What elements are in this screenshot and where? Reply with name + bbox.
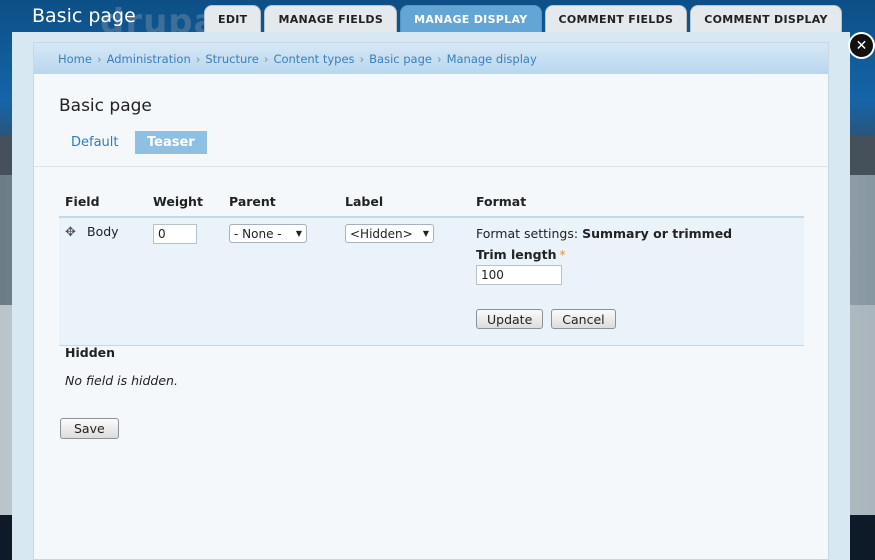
cancel-button[interactable]: Cancel [551, 309, 616, 329]
chevron-down-icon: ▼ [422, 229, 429, 238]
trim-length-label: Trim length [476, 247, 557, 262]
label-select[interactable]: <Hidden> ▼ [345, 224, 434, 243]
tab-comment-display[interactable]: COMMENT DISPLAY [690, 5, 842, 33]
label-select-value: <Hidden> [350, 226, 413, 241]
breadcrumb-separator: › [359, 51, 365, 66]
hidden-section-empty-text: No field is hidden. [65, 373, 178, 388]
weight-cell [147, 217, 223, 346]
save-button[interactable]: Save [60, 418, 119, 439]
overlay-title: Basic page [32, 5, 136, 27]
tab-edit[interactable]: EDIT [204, 5, 262, 33]
parent-select-value: - None - [234, 226, 282, 241]
parent-cell: - None - ▼ [223, 217, 339, 346]
table-header-row: Field Weight Parent Label Format [59, 187, 804, 218]
trim-length-input[interactable] [476, 265, 562, 285]
page-title: Basic page [59, 96, 152, 116]
breadcrumb-separator: › [96, 51, 102, 66]
trim-length-label-row: Trim length * [476, 247, 798, 262]
update-button[interactable]: Update [476, 309, 544, 329]
column-header-format: Format [470, 187, 804, 218]
subtab-teaser[interactable]: Teaser [135, 131, 207, 154]
label-cell: <Hidden> ▼ [339, 217, 470, 346]
column-header-label: Label [339, 187, 470, 218]
display-subtabs: Default Teaser [34, 131, 828, 167]
overlay-tabs: EDIT MANAGE FIELDS MANAGE DISPLAY COMMEN… [204, 5, 842, 33]
drag-handle-icon[interactable]: ✥ [65, 225, 79, 240]
format-settings-value: Summary or trimmed [582, 226, 733, 241]
breadcrumb: Home › Administration › Structure › Cont… [34, 43, 828, 74]
field-cell: ✥ Body [59, 217, 147, 346]
breadcrumb-content-types[interactable]: Content types [273, 52, 354, 66]
breadcrumb-separator: › [195, 51, 201, 66]
required-marker: * [559, 247, 566, 262]
close-icon[interactable]: ✕ [848, 32, 875, 59]
format-actions: Update Cancel [476, 309, 798, 329]
format-settings-prefix: Format settings: [476, 226, 579, 241]
column-header-weight: Weight [147, 187, 223, 218]
overlay-panel: Home › Administration › Structure › Cont… [12, 32, 850, 560]
breadcrumb-manage-display[interactable]: Manage display [447, 52, 537, 66]
subtab-default[interactable]: Default [59, 131, 131, 154]
field-name: Body [87, 224, 119, 239]
column-header-parent: Parent [223, 187, 339, 218]
fields-table: Field Weight Parent Label Format ✥ Body [59, 187, 804, 346]
chevron-down-icon: ▼ [295, 229, 302, 238]
overlay-content: Home › Administration › Structure › Cont… [33, 42, 829, 560]
parent-select[interactable]: - None - ▼ [229, 224, 307, 243]
tab-manage-display[interactable]: MANAGE DISPLAY [400, 5, 542, 33]
breadcrumb-separator: › [436, 51, 442, 66]
breadcrumb-structure[interactable]: Structure [205, 52, 259, 66]
tab-manage-fields[interactable]: MANAGE FIELDS [264, 5, 398, 33]
hidden-section-title: Hidden [65, 345, 116, 360]
column-header-field: Field [59, 187, 147, 218]
breadcrumb-home[interactable]: Home [58, 52, 92, 66]
table-row: ✥ Body - None - ▼ <Hidden> [59, 217, 804, 346]
format-settings-summary: Format settings: Summary or trimmed [476, 226, 798, 241]
weight-input[interactable] [153, 224, 197, 244]
breadcrumb-basic-page[interactable]: Basic page [369, 52, 432, 66]
breadcrumb-administration[interactable]: Administration [107, 52, 191, 66]
tab-comment-fields[interactable]: COMMENT FIELDS [544, 5, 688, 33]
breadcrumb-separator: › [263, 51, 269, 66]
format-cell: Format settings: Summary or trimmed Trim… [470, 217, 804, 346]
